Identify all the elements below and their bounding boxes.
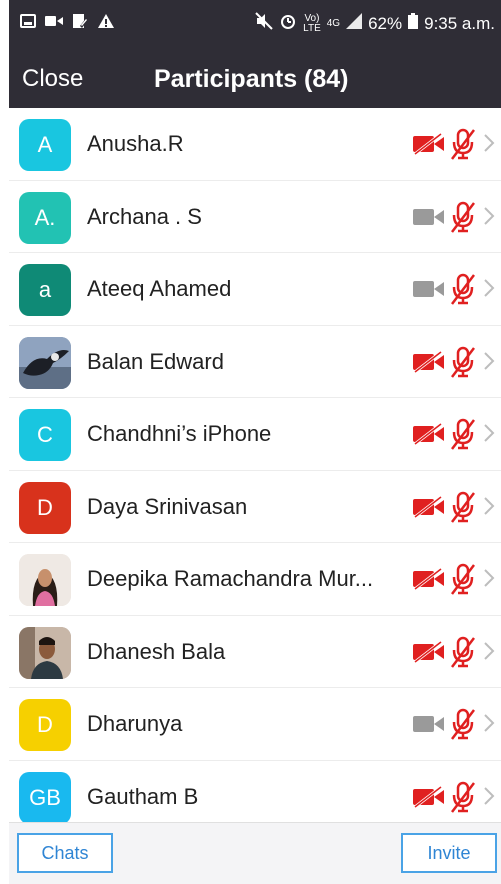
volte-label: Vo) [304, 12, 320, 24]
mic-muted-icon [449, 491, 477, 523]
participant-name: Chandhni’s iPhone [87, 421, 272, 446]
footer: Chats Invite [9, 822, 501, 884]
avatar: D [19, 699, 71, 751]
participants-list: A Anusha.R A. Archana . S a Ateeq Ahamed Balan… [9, 108, 501, 822]
status-right-icons: Vo) LTE 4G 62% 9:35 a.m. [255, 12, 495, 35]
video-icon [45, 12, 63, 30]
participant-row[interactable]: A Anusha.R [9, 108, 501, 181]
video-off-icon [411, 350, 447, 374]
mic-muted-icon [449, 201, 477, 233]
video-off-icon [411, 785, 447, 809]
participant-row[interactable]: a Ateeq Ahamed [9, 253, 501, 326]
invite-button[interactable]: Invite [401, 833, 497, 873]
page-title: Participants (84) [154, 65, 349, 93]
chevron-right-icon[interactable] [483, 130, 495, 156]
mic-muted-icon [449, 563, 477, 595]
participant-name: Gautham B [87, 783, 199, 809]
battery-icon [408, 13, 419, 34]
avatar: a [19, 264, 71, 316]
participant-name: Ateeq Ahamed [87, 276, 232, 301]
signal-icon [346, 13, 363, 34]
status-bar: Vo) LTE 4G 62% 9:35 a.m. [9, 0, 501, 58]
edit-icon [71, 12, 89, 30]
participant-name: Archana . S [87, 203, 202, 229]
volte-indicator: Vo) LTE [303, 12, 321, 34]
chevron-right-icon[interactable] [483, 420, 495, 446]
avatar: D [19, 481, 71, 534]
battery-percent: 62% [368, 13, 403, 33]
mic-muted-icon [449, 273, 477, 305]
video-off-icon [411, 567, 447, 591]
avatar: A. [19, 191, 71, 244]
participant-row[interactable]: A. Archana . S [9, 181, 501, 253]
video-off-icon [411, 422, 447, 446]
close-button[interactable]: Close [22, 58, 83, 108]
video-off-icon [411, 640, 447, 664]
mic-muted-icon [449, 708, 477, 740]
video-off-icon [411, 132, 447, 156]
clock: 9:35 a.m. [424, 13, 495, 33]
participant-row[interactable]: Balan Edward [9, 326, 501, 398]
participant-row[interactable]: D Daya Srinivasan [9, 471, 501, 543]
chats-button[interactable]: Chats [17, 833, 113, 873]
avatar-photo [19, 336, 71, 389]
participant-row[interactable]: C Chandhni’s iPhone [9, 398, 501, 471]
participant-row[interactable]: GB Gautham B [9, 761, 501, 822]
avatar-photo [19, 554, 71, 606]
avatar: A [19, 119, 71, 171]
mic-muted-icon [449, 636, 477, 668]
avatar: C [19, 409, 71, 461]
participant-row[interactable]: D Dharunya [9, 688, 501, 761]
video-on-icon [411, 712, 447, 736]
participant-row[interactable]: Dhanesh Bala [9, 616, 501, 688]
status-left-icons [19, 12, 115, 30]
participant-name: Anusha.R [87, 131, 184, 156]
mic-muted-icon [449, 781, 477, 813]
avatar-photo [19, 626, 71, 679]
chevron-right-icon[interactable] [483, 783, 495, 809]
chevron-right-icon[interactable] [483, 565, 495, 591]
participant-name: Balan Edward [87, 348, 224, 374]
chevron-right-icon[interactable] [483, 348, 495, 374]
chevron-right-icon[interactable] [483, 710, 495, 736]
chevron-right-icon[interactable] [483, 638, 495, 664]
lte-label: LTE [303, 22, 321, 34]
chevron-right-icon[interactable] [483, 275, 495, 301]
chevron-right-icon[interactable] [483, 493, 495, 519]
header: Close Participants (84) [9, 58, 501, 108]
mic-muted-icon [449, 128, 477, 160]
video-on-icon [411, 277, 447, 301]
participant-row[interactable]: Deepika Ramachandra Mur... [9, 543, 501, 616]
mic-muted-icon [449, 346, 477, 378]
participant-name: Dharunya [87, 711, 183, 736]
video-off-icon [411, 495, 447, 519]
mic-muted-icon [449, 418, 477, 450]
alarm-icon [279, 12, 297, 35]
video-on-icon [411, 205, 447, 229]
avatar: GB [19, 771, 71, 822]
participant-name: Dhanesh Bala [87, 638, 226, 664]
mute-icon [255, 12, 273, 35]
participant-name: Daya Srinivasan [87, 493, 248, 519]
chevron-right-icon[interactable] [483, 203, 495, 229]
data-indicator: 4G [326, 17, 341, 29]
gallery-icon [19, 12, 37, 30]
alert-icon [97, 12, 115, 30]
participant-name: Deepika Ramachandra Mur... [87, 566, 374, 591]
